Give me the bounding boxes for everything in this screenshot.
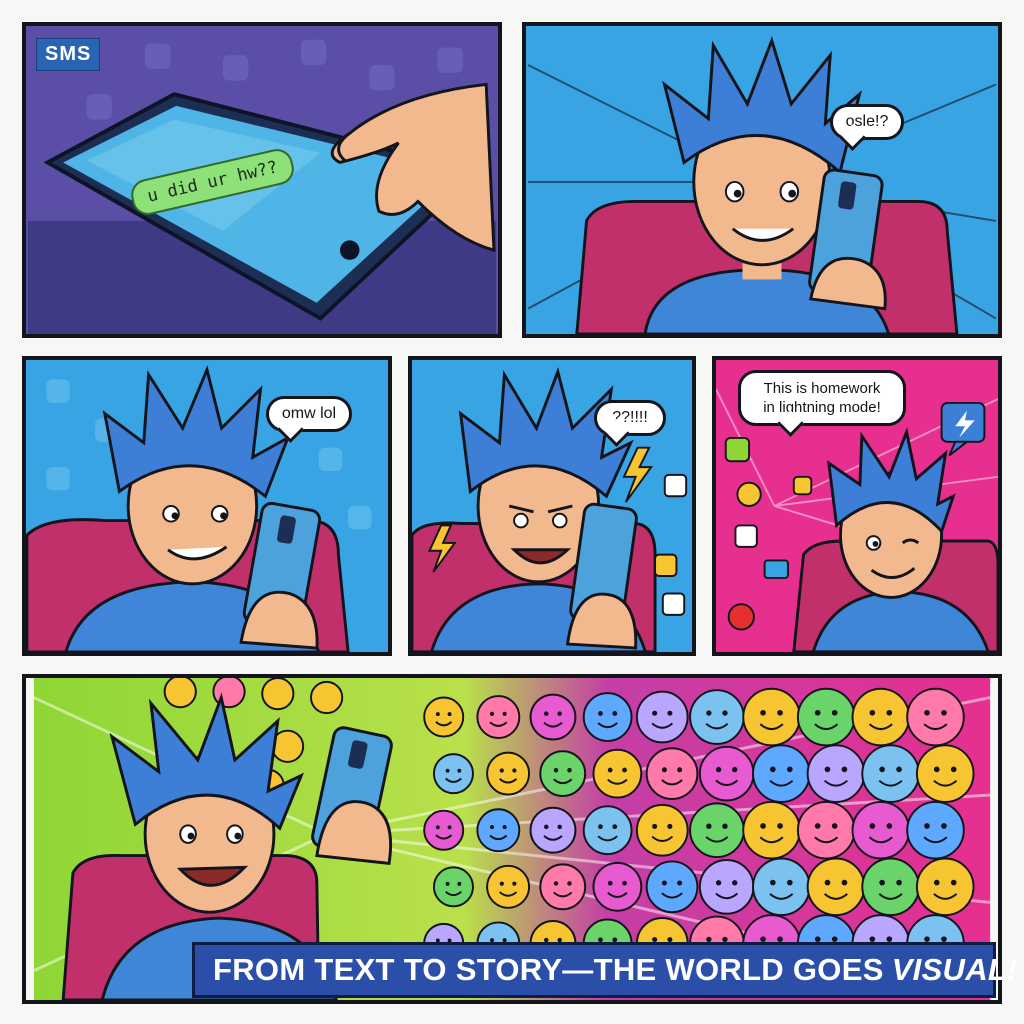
- emoji-icon: [851, 687, 911, 747]
- sms-tag: SMS: [36, 38, 101, 71]
- emoji-icon: [906, 800, 965, 860]
- speech-line-2: in lightning mode!: [763, 399, 881, 416]
- emoji-icon: [698, 745, 755, 802]
- emoji-icon: [806, 744, 866, 803]
- emoji-icon: [915, 857, 975, 917]
- emoji-icon: [582, 692, 633, 742]
- panel-5-lightning: This is homework in lightning mode!: [712, 356, 1002, 656]
- emoji-icon: [592, 748, 643, 799]
- emoji-icon: [261, 678, 295, 711]
- emoji-icon: [796, 800, 856, 860]
- emoji-icon: [476, 695, 521, 739]
- panel-2-illustration: [527, 26, 997, 334]
- emoji-icon: [645, 860, 699, 914]
- emoji-icon: [529, 693, 577, 741]
- caption-banner: FROM TEXT TO STORY—THE WORLD GOES VISUAL…: [192, 942, 1017, 998]
- emoji-icon: [752, 857, 811, 917]
- emoji-icon: [163, 678, 197, 709]
- speech-bubble: omw lol: [266, 396, 352, 443]
- emoji-icon: [432, 753, 474, 795]
- emoji-icon: [486, 751, 531, 796]
- emoji-icon: [645, 747, 699, 800]
- speech-line-1: This is homework: [763, 380, 881, 397]
- emoji-icon: [476, 808, 521, 853]
- caption-emphasis: VISUAL!: [891, 952, 1018, 987]
- emoji-icon: [486, 864, 531, 909]
- emoji-icon: [310, 680, 344, 715]
- speech-bubble: ??!!!!: [594, 400, 666, 447]
- emoji-icon: [861, 744, 920, 803]
- emoji-icon: [752, 744, 811, 803]
- emoji-icon: [423, 696, 465, 738]
- panel-4-excited: ??!!!!: [408, 356, 696, 656]
- caption-text: FROM TEXT TO STORY—THE WORLD GOES: [213, 952, 884, 987]
- emoji-icon: [582, 805, 633, 856]
- emoji-icon: [915, 744, 975, 803]
- emoji-icon: [742, 687, 801, 747]
- emoji-icon: [906, 687, 965, 747]
- emoji-icon: [635, 803, 689, 857]
- emoji-icon: [423, 809, 465, 851]
- emoji-icon: [851, 800, 911, 860]
- emoji-icon: [796, 687, 856, 747]
- speech-bubble: This is homework in lightning mode!: [738, 370, 906, 437]
- emoji-icon: [529, 806, 577, 854]
- emoji-icon: [806, 857, 866, 917]
- emoji-icon: [539, 863, 587, 911]
- emoji-icon: [689, 689, 745, 745]
- emoji-icon: [742, 800, 801, 860]
- speech-bubble: osle!?: [830, 104, 904, 151]
- panel-1-sms: SMS u did ur hw??: [22, 22, 502, 338]
- emoji-icon: [635, 690, 689, 744]
- panel-2-reaction: osle!?: [522, 22, 1002, 338]
- emoji-icon: [539, 750, 587, 798]
- emoji-icon: [689, 802, 745, 859]
- emoji-icon: [698, 859, 755, 915]
- emoji-icon: [432, 866, 474, 908]
- panel-3-reply: omw lol: [22, 356, 392, 656]
- emoji-icon: [592, 861, 643, 912]
- emoji-icon: [861, 857, 920, 917]
